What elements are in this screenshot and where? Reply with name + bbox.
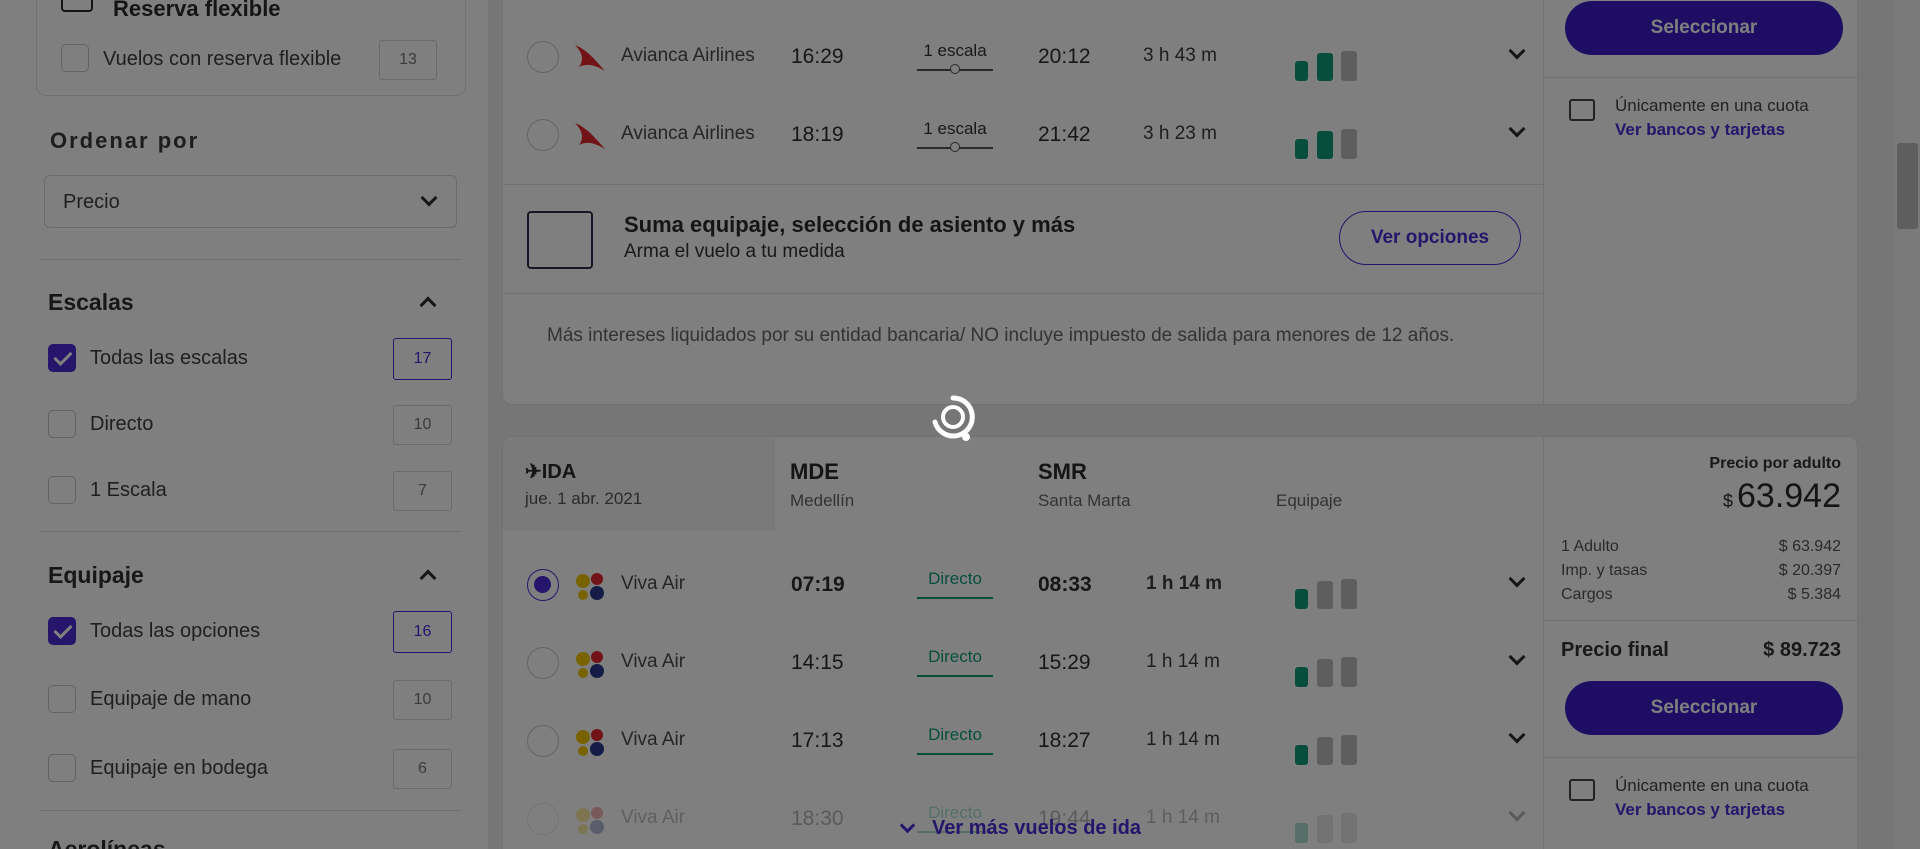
loading-spinner-icon [932, 395, 975, 441]
